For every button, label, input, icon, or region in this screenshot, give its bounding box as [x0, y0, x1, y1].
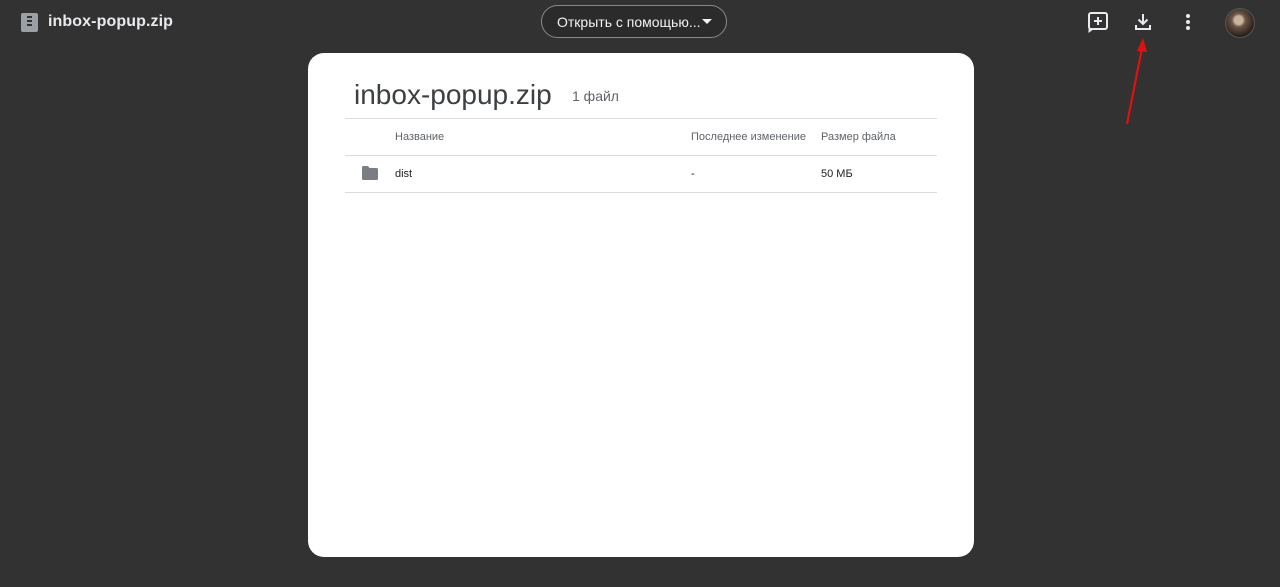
archive-preview-card: inbox-popup.zip 1 файл Название Последне… [308, 53, 974, 557]
table-row[interactable]: dist - 50 МБ [345, 155, 937, 193]
row-name: dist [395, 168, 413, 180]
annotation-arrow-icon [1125, 38, 1147, 125]
chevron-down-icon [702, 19, 712, 24]
file-table: Название Последнее изменение Размер файл… [345, 118, 937, 193]
more-vertical-icon[interactable] [1174, 8, 1202, 36]
file-count: 1 файл [572, 88, 619, 104]
row-size: 50 МБ [821, 168, 853, 180]
add-to-drive-icon[interactable] [1084, 8, 1112, 36]
download-icon[interactable] [1129, 8, 1157, 36]
top-bar: inbox-popup.zip Открыть с помощью... [0, 0, 1280, 46]
zip-file-icon [21, 13, 38, 32]
archive-title: inbox-popup.zip [354, 79, 552, 110]
file-name-title: inbox-popup.zip [48, 13, 174, 30]
open-with-button[interactable]: Открыть с помощью... [541, 5, 727, 38]
open-with-label: Открыть с помощью... [557, 13, 701, 30]
column-header-name[interactable]: Название [395, 131, 444, 143]
folder-icon [362, 166, 378, 180]
row-modified: - [691, 168, 695, 180]
user-avatar[interactable] [1225, 8, 1255, 38]
column-header-modified[interactable]: Последнее изменение [691, 131, 806, 143]
table-header: Название Последнее изменение Размер файл… [345, 118, 937, 155]
column-header-size[interactable]: Размер файла [821, 131, 896, 143]
